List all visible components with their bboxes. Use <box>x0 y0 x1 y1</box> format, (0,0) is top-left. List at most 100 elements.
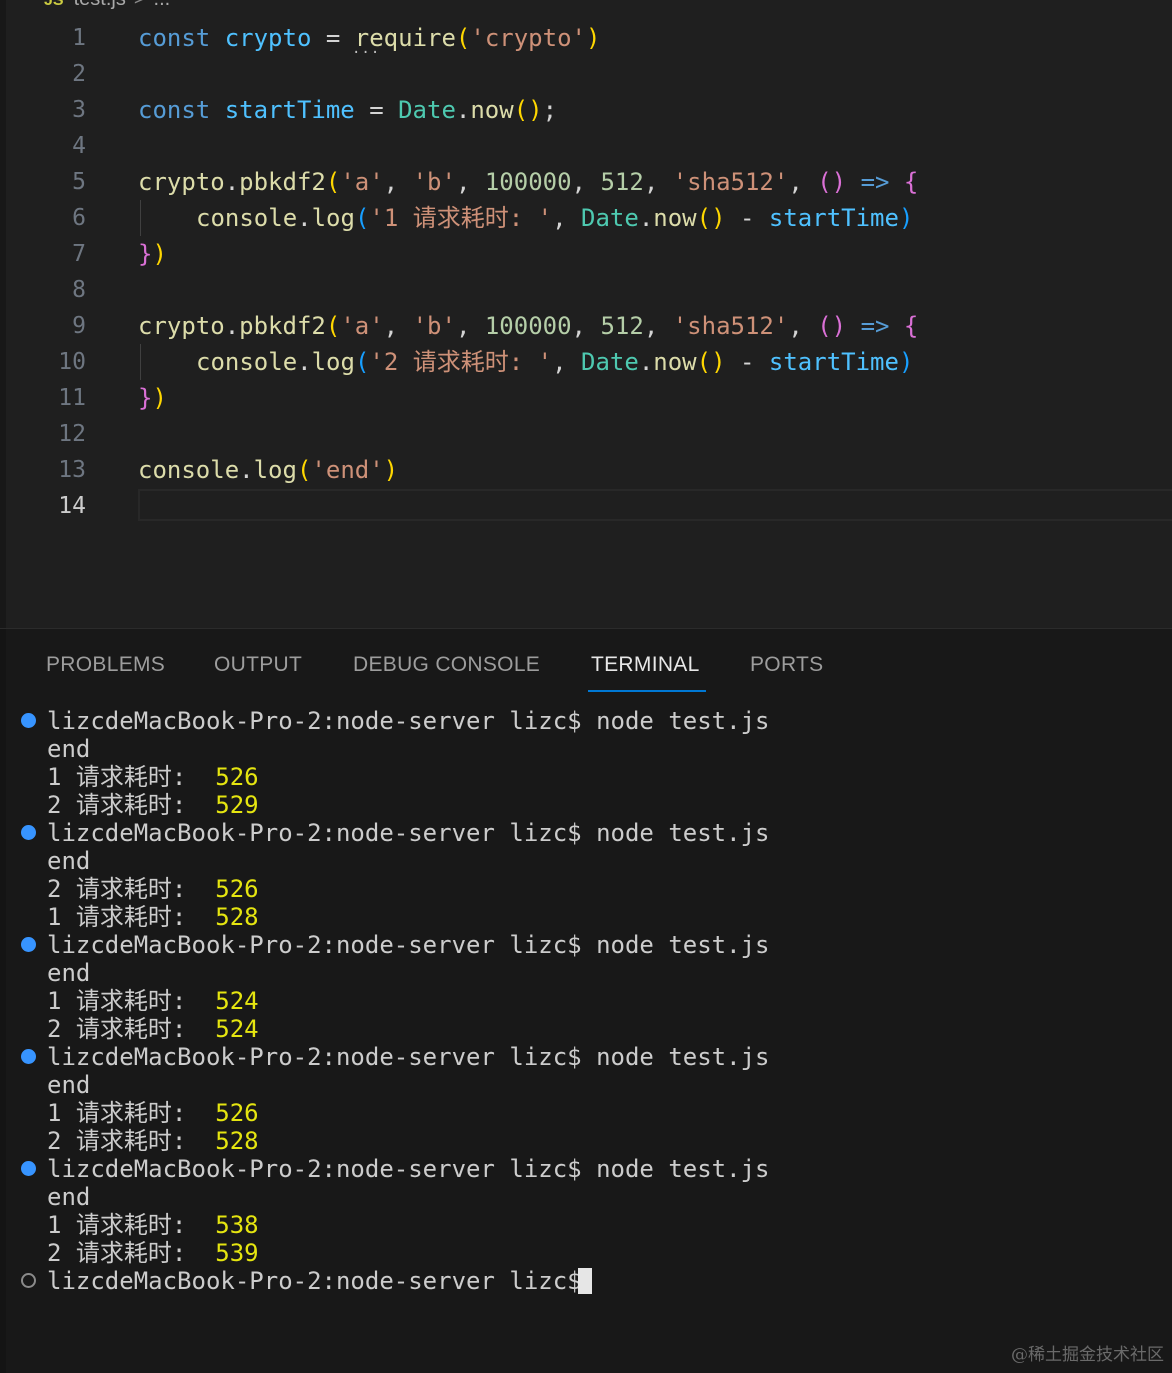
code-line-5[interactable]: 5 crypto.pbkdf2('a', 'b', 100000, 512, '… <box>0 164 1172 200</box>
prompt: lizcdeMacBook-Pro-2:node-server lizc$ <box>47 931 582 959</box>
command-success-dot-icon[interactable] <box>21 937 36 952</box>
result-label: 请求耗时: <box>75 1099 187 1127</box>
dot: . <box>297 348 312 376</box>
command-pending-dot-icon[interactable] <box>21 1273 36 1288</box>
code-line-10[interactable]: 10 console.log('2 请求耗时: ', Date.now() - … <box>0 344 1172 380</box>
editor[interactable]: JS test.js >... 1 const crypto = require('… <box>0 0 1172 628</box>
elapsed-ms: 524 <box>215 1015 259 1043</box>
paren: ( <box>455 24 471 52</box>
breadcrumb-more[interactable]: ... <box>154 0 171 10</box>
code-line-14[interactable]: 14 <box>0 488 1172 524</box>
code-line-8[interactable]: 8 <box>0 272 1172 308</box>
function-name: log <box>253 456 297 484</box>
comma: , <box>552 204 582 232</box>
result-label: 请求耗时: <box>75 1239 187 1267</box>
code-line-2[interactable]: 2 <box>0 56 1172 92</box>
dot: . <box>239 456 254 484</box>
comma: , <box>788 312 818 340</box>
paren: ( <box>354 348 370 376</box>
code-text[interactable]: crypto.pbkdf2('a', 'b', 100000, 512, 'sh… <box>138 164 918 200</box>
string: 'a' <box>340 168 384 196</box>
elapsed-ms: 529 <box>215 791 259 819</box>
dot: . <box>638 204 654 232</box>
code-text[interactable]: crypto.pbkdf2('a', 'b', 100000, 512, 'sh… <box>138 308 918 344</box>
code-line-4[interactable]: 4 <box>0 128 1172 164</box>
paren: ) <box>585 24 601 52</box>
variable: startTime <box>768 348 899 376</box>
paren: () <box>817 312 847 340</box>
comma: , <box>643 312 673 340</box>
code-line-6[interactable]: 6 console.log('1 请求耗时: ', Date.now() - s… <box>0 200 1172 236</box>
paren: () <box>696 204 726 232</box>
code-line-1[interactable]: 1 const crypto = require('crypto') <box>0 20 1172 56</box>
paren: ( <box>325 168 341 196</box>
code-text[interactable]: }) <box>138 380 167 416</box>
comma: , <box>571 312 601 340</box>
dot: . <box>224 168 240 196</box>
code-text[interactable]: console.log('end') <box>138 452 398 488</box>
code-line-3[interactable]: 3 const startTime = Date.now(); <box>0 92 1172 128</box>
terminal-cursor <box>578 1268 592 1294</box>
code-text[interactable]: console.log('1 请求耗时: ', Date.now() - sta… <box>196 200 913 236</box>
bottom-panel[interactable]: PROBLEMS OUTPUT DEBUG CONSOLE TERMINAL P… <box>0 628 1172 1373</box>
js-file-icon: JS <box>44 0 64 9</box>
class-name: Date <box>398 96 456 124</box>
terminal-result-line: 1 请求耗时: 538 <box>47 1211 259 1239</box>
terminal-result-line: 2 请求耗时: 526 <box>47 875 259 903</box>
line-number: 11 <box>58 385 86 411</box>
tab-problems[interactable]: PROBLEMS <box>46 653 165 683</box>
code-line-11[interactable]: 11 }) <box>0 380 1172 416</box>
paren: () <box>513 96 543 124</box>
breadcrumb[interactable]: JS test.js >... <box>44 0 170 10</box>
code-line-9[interactable]: 9 crypto.pbkdf2('a', 'b', 100000, 512, '… <box>0 308 1172 344</box>
command-success-dot-icon[interactable] <box>21 713 36 728</box>
tab-output[interactable]: OUTPUT <box>214 653 302 683</box>
brace: { <box>903 312 919 340</box>
string: '1 请求耗时: ' <box>369 204 553 232</box>
paren: () <box>696 348 726 376</box>
code-text[interactable]: }) <box>138 236 167 272</box>
suggestion-hint-dots[interactable]: ... <box>352 42 380 56</box>
arrow: => <box>846 312 904 340</box>
command-success-dot-icon[interactable] <box>21 1049 36 1064</box>
code-line-7[interactable]: 7 }) <box>0 236 1172 272</box>
comma: , <box>552 348 582 376</box>
result-label: 请求耗时: <box>75 791 187 819</box>
code-line-13[interactable]: 13 console.log('end') <box>0 452 1172 488</box>
elapsed-ms: 538 <box>215 1211 259 1239</box>
paren: ) <box>152 240 167 268</box>
breadcrumb-file[interactable]: test.js <box>74 0 126 10</box>
comma: , <box>571 168 601 196</box>
command: node test.js <box>596 819 770 847</box>
comma: , <box>455 312 485 340</box>
terminal-output-line: end <box>47 847 91 875</box>
class-name: Date <box>581 348 639 376</box>
prompt: lizcdeMacBook-Pro-2:node-server lizc$ <box>47 707 582 735</box>
result-label: 请求耗时: <box>75 1015 187 1043</box>
result-label: 请求耗时: <box>75 903 187 931</box>
command-success-dot-icon[interactable] <box>21 825 36 840</box>
line-number: 8 <box>72 277 86 303</box>
tab-debug-console[interactable]: DEBUG CONSOLE <box>353 653 540 683</box>
terminal-result-line: 2 请求耗时: 524 <box>47 1015 259 1043</box>
brace: } <box>138 240 153 268</box>
object: console <box>196 348 298 376</box>
string: 'end' <box>311 456 384 484</box>
brace: { <box>903 168 919 196</box>
paren: ( <box>354 204 370 232</box>
dot: . <box>638 348 654 376</box>
request-id: 1 <box>47 987 62 1015</box>
tab-terminal[interactable]: TERMINAL <box>591 653 700 683</box>
line-number: 4 <box>72 133 86 159</box>
string: 'sha512' <box>672 168 789 196</box>
terminal-prompt-line-current[interactable]: lizcdeMacBook-Pro-2:node-server lizc$ <box>47 1267 582 1295</box>
request-id: 1 <box>47 903 62 931</box>
code-text[interactable]: const startTime = Date.now(); <box>138 92 557 128</box>
terminal-result-line: 1 请求耗时: 524 <box>47 987 259 1015</box>
variable: startTime <box>768 204 899 232</box>
paren: ) <box>152 384 167 412</box>
tab-ports[interactable]: PORTS <box>750 653 823 683</box>
command-success-dot-icon[interactable] <box>21 1161 36 1176</box>
code-text[interactable]: console.log('2 请求耗时: ', Date.now() - sta… <box>196 344 913 380</box>
code-line-12[interactable]: 12 <box>0 416 1172 452</box>
